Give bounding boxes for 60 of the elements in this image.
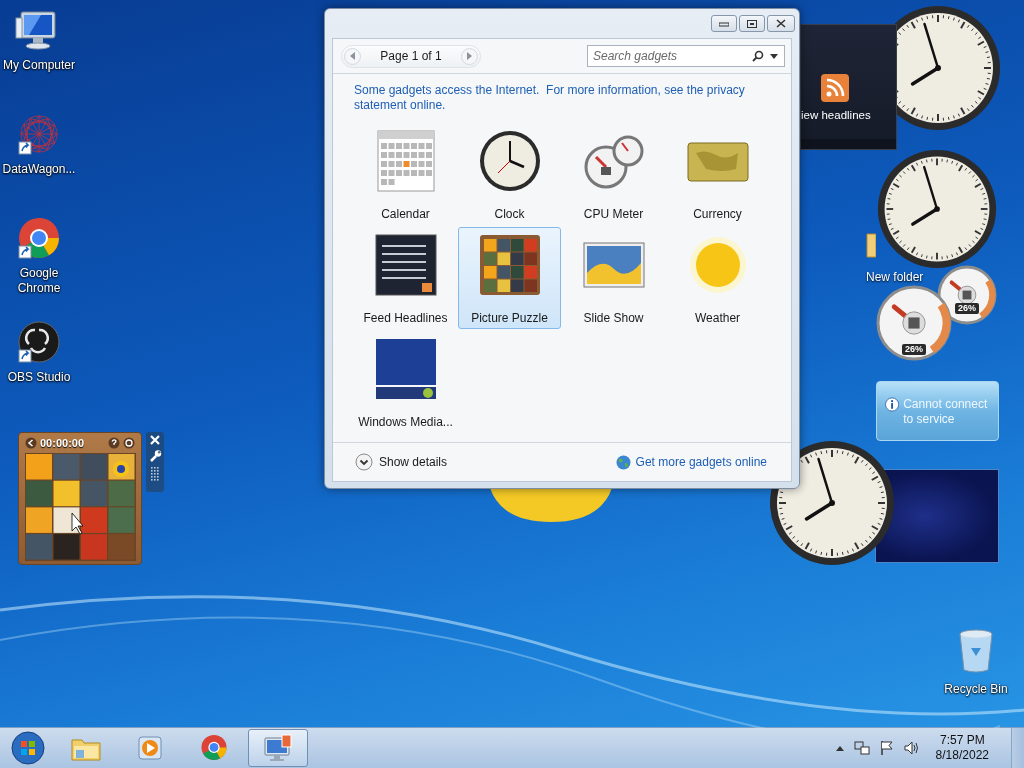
back-icon[interactable]	[25, 437, 37, 449]
puzzle-gadget[interactable]: 00:00:00	[18, 432, 142, 565]
gadget-tile[interactable]: Windows Media...	[354, 331, 457, 433]
maximize-icon	[747, 19, 757, 28]
puzzle-thumbnail-drawing	[477, 233, 542, 297]
gadget-tile[interactable]: Feed Headlines	[354, 227, 457, 329]
gadget-tile[interactable]: Picture Puzzle	[458, 227, 561, 329]
next-page-button[interactable]	[461, 47, 478, 65]
weather-message: Cannot connect to service	[903, 397, 989, 427]
refresh-icon[interactable]	[123, 437, 135, 449]
previous-page-button[interactable]	[344, 47, 361, 65]
desktop-shortcut[interactable]: DataWagon...	[0, 110, 78, 179]
desktop-shortcut[interactable]: Google Chrome	[0, 214, 78, 298]
drag-handle-icon[interactable]	[150, 466, 160, 482]
feed-headlines-gadget[interactable]: iew headlines	[800, 24, 897, 150]
taskbar-button[interactable]	[248, 729, 308, 767]
wrench-icon[interactable]	[148, 449, 162, 463]
feed-headlines-label: iew headlines	[801, 109, 871, 121]
puzzle-timer: 00:00:00	[40, 437, 86, 449]
help-icon[interactable]	[108, 437, 120, 449]
puzzle-tiles-drawing[interactable]	[25, 453, 136, 561]
folder-label[interactable]: New folder	[866, 270, 924, 284]
close-button[interactable]	[767, 15, 795, 32]
globe-icon	[615, 454, 631, 470]
clock-thumbnail-drawing	[477, 129, 542, 193]
tray-expand-icon[interactable]	[833, 745, 846, 751]
left-arrow-icon	[350, 52, 355, 60]
close-icon	[776, 19, 786, 28]
right-arrow-icon	[467, 52, 472, 60]
get-more-gadgets-link[interactable]: Get more gadgets online	[615, 454, 767, 470]
desktop-shortcut[interactable]: My Computer	[0, 6, 78, 75]
media-player-icon	[136, 734, 164, 762]
feed-thumbnail-drawing	[373, 233, 438, 297]
gadget-tile[interactable]: Slide Show	[562, 227, 665, 329]
network-icon[interactable]	[851, 740, 872, 756]
dropdown-caret-icon[interactable]	[767, 53, 781, 59]
taskbar-clock[interactable]: 7:57 PM 8/18/2022	[927, 733, 997, 763]
search-field[interactable]: Search gadgets	[587, 45, 785, 67]
gadget-tile[interactable]: Currency	[666, 123, 769, 225]
page-indicator: Page 1 of 1	[380, 49, 442, 63]
windows-logo-icon	[11, 731, 45, 765]
chrome-icon	[199, 733, 229, 763]
gauge-reading: 26%	[955, 303, 979, 314]
rss-icon	[821, 74, 849, 102]
info-icon	[885, 397, 900, 412]
minimize-icon	[719, 20, 729, 27]
show-details-button[interactable]: Show details	[355, 453, 448, 471]
gadget-tile[interactable]: Calendar	[354, 123, 457, 225]
desktop-shortcut[interactable]: OBS Studio	[0, 318, 78, 387]
media-center-thumbnail-drawing	[373, 337, 438, 401]
monitor-icon	[262, 733, 294, 763]
close-icon[interactable]	[149, 434, 161, 446]
gadget-tile[interactable]: Clock	[458, 123, 561, 225]
recycle-bin-icon	[958, 628, 994, 674]
privacy-notice: Some gadgets access the Internet. For more information, see the privacy statement online.	[354, 83, 746, 113]
maximize-button[interactable]	[739, 15, 765, 32]
gadget-tile[interactable]: Weather	[666, 227, 769, 329]
chevron-down-icon	[355, 453, 373, 471]
gauge-reading: 26%	[902, 344, 926, 355]
gadget-tile[interactable]: CPU Meter	[562, 123, 665, 225]
